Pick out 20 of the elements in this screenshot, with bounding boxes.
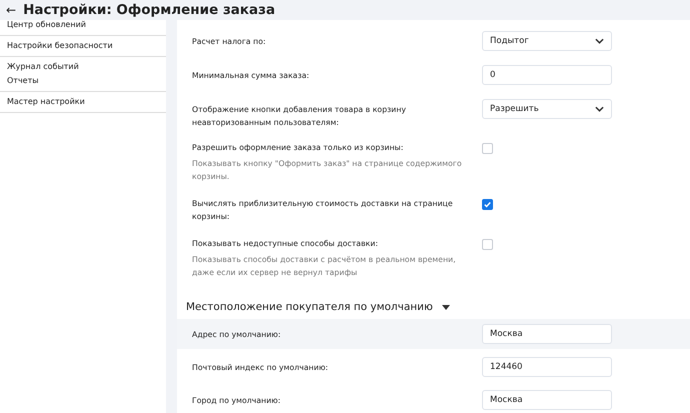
- input-field[interactable]: Москва: [482, 324, 612, 344]
- checkbox[interactable]: [482, 199, 493, 210]
- input-field[interactable]: 124460: [482, 357, 612, 377]
- page-title: Настройки: Оформление заказа: [23, 2, 276, 18]
- checkbox[interactable]: [482, 143, 493, 154]
- input-field[interactable]: 0: [482, 65, 612, 85]
- sidebar-item[interactable]: Мастер настройки: [7, 97, 159, 107]
- select-field[interactable]: Разрешить: [482, 99, 612, 119]
- caret-icon[interactable]: [442, 304, 450, 310]
- sidebar-item[interactable]: Журнал событий: [7, 62, 159, 72]
- checkbox[interactable]: [482, 239, 493, 250]
- section-title: Местоположение покупателя по умолчанию: [186, 301, 433, 313]
- sidebar-item[interactable]: Настройки безопасности: [7, 41, 159, 51]
- back-button[interactable]: ←: [6, 3, 16, 17]
- chevron-down-icon: [595, 38, 604, 44]
- select-field[interactable]: Подытог: [482, 31, 612, 51]
- chevron-down-icon: [595, 106, 604, 112]
- input-field[interactable]: Москва: [482, 390, 612, 410]
- sidebar-item[interactable]: Отчеты: [7, 76, 159, 86]
- sidebar-item[interactable]: Центр обновлений: [7, 20, 159, 30]
